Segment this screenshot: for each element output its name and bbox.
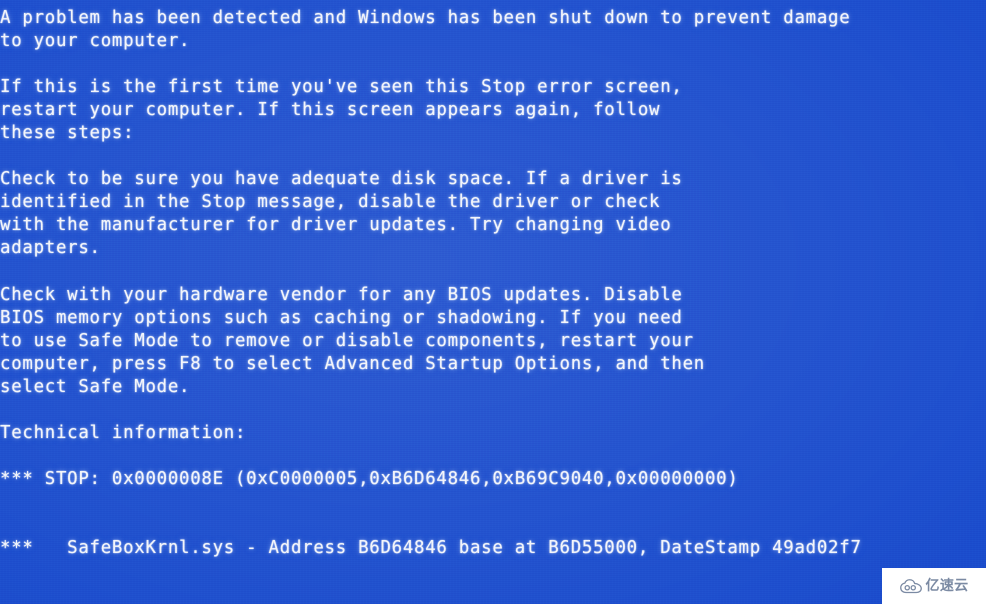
watermark-badge: 亿速云 — [882, 568, 986, 604]
stop-error-line — [0, 261, 986, 284]
stop-error-line: these steps: — [0, 123, 135, 144]
stop-error-line — [0, 491, 986, 514]
stop-error-line: Check with your hardware vendor for any … — [0, 284, 683, 305]
stop-error-line — [0, 53, 986, 76]
stop-error-text-block: A problem has been detected and Windows … — [0, 7, 986, 560]
stop-error-line — [0, 145, 986, 168]
stop-error-line: Check to be sure you have adequate disk … — [0, 169, 683, 190]
stop-error-line: If this is the first time you've seen th… — [0, 77, 683, 98]
cloud-icon — [899, 578, 922, 594]
stop-error-line — [0, 514, 986, 537]
stop-error-line — [0, 445, 986, 468]
stop-error-line — [0, 399, 986, 422]
technical-information-label: Technical information: — [0, 422, 247, 443]
stop-error-line: with the manufacturer for driver updates… — [0, 215, 672, 236]
stop-error-line: BIOS memory options such as caching or s… — [0, 307, 683, 328]
watermark-label: 亿速云 — [925, 578, 969, 594]
stop-code-line: *** STOP: 0x0000008E (0xC0000005,0xB6D64… — [0, 468, 739, 489]
stop-error-line: identified in the Stop message, disable … — [0, 192, 661, 213]
stop-error-line: restart your computer. If this screen ap… — [0, 100, 661, 121]
stop-error-line: to use Safe Mode to remove or disable co… — [0, 330, 694, 351]
faulting-driver-line: *** SafeBoxKrnl.sys - Address B6D64846 b… — [0, 538, 862, 559]
bsod-screen: A problem has been detected and Windows … — [0, 0, 986, 604]
stop-error-line: to your computer. — [0, 31, 191, 52]
stop-error-line: computer, press F8 to select Advanced St… — [0, 353, 705, 374]
stop-error-line: adapters. — [0, 238, 101, 259]
stop-error-line: select Safe Mode. — [0, 376, 191, 397]
stop-error-line: A problem has been detected and Windows … — [0, 8, 851, 28]
